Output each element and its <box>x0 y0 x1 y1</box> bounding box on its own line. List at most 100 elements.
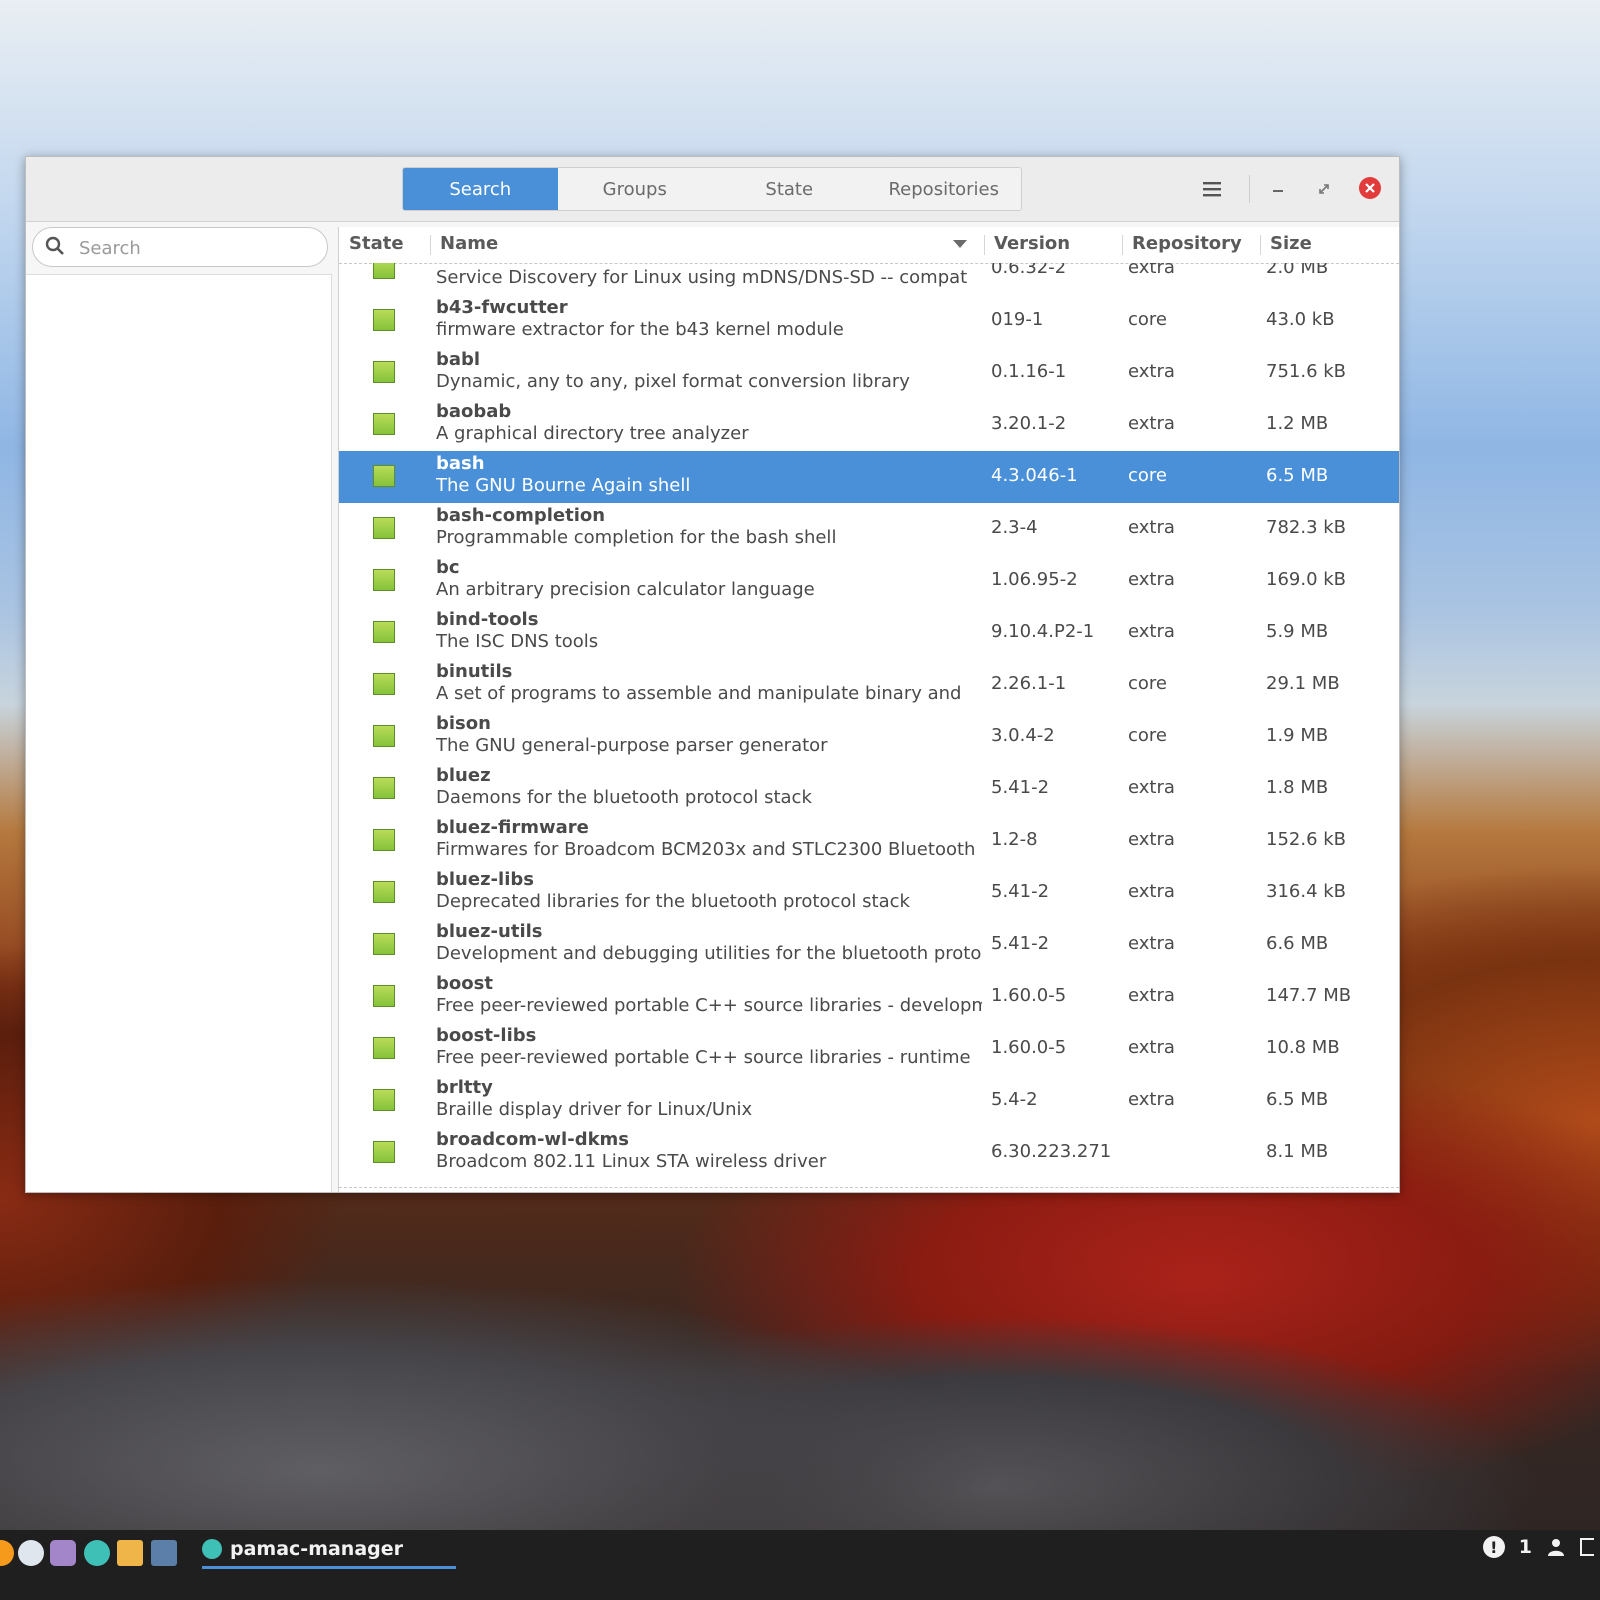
package-name: bluez-libs <box>436 869 534 890</box>
column-version[interactable]: Version <box>994 233 1070 254</box>
installed-state-icon[interactable] <box>373 413 395 435</box>
column-repository[interactable]: Repository <box>1132 233 1242 254</box>
installed-state-icon[interactable] <box>373 777 395 799</box>
column-name[interactable]: Name <box>440 233 498 254</box>
tab-repositories[interactable]: Repositories <box>867 168 1022 210</box>
installed-state-icon[interactable] <box>373 361 395 383</box>
installed-state-icon[interactable] <box>373 621 395 643</box>
pamac-icon[interactable] <box>84 1540 110 1566</box>
package-name: bind-tools <box>436 609 539 630</box>
table-row[interactable]: babl Dynamic, any to any, pixel format co… <box>339 347 1399 399</box>
search-icon <box>45 236 64 255</box>
maximize-icon[interactable] <box>1310 175 1338 203</box>
package-version: 1.2-8 <box>991 829 1038 850</box>
menu-icon[interactable] <box>1198 175 1226 203</box>
table-row[interactable]: bash The GNU Bourne Again shell 4.3.046-1 c… <box>339 451 1399 503</box>
weather-icon[interactable] <box>18 1540 44 1566</box>
package-version: 3.20.1-2 <box>991 413 1067 434</box>
installed-state-icon[interactable] <box>373 881 395 903</box>
table-row[interactable]: avahiService Discovery for Linux using m… <box>339 263 1399 295</box>
table-row[interactable]: boost-libs Free peer-reviewed portable C+… <box>339 1023 1399 1075</box>
installed-state-icon[interactable] <box>373 1037 395 1059</box>
installed-state-icon[interactable] <box>373 1141 395 1163</box>
installed-state-icon[interactable] <box>373 673 395 695</box>
table-row[interactable]: broadcom-wl-dkms Broadcom 802.11 Linux ST… <box>339 1127 1399 1179</box>
package-repository: extra <box>1128 263 1175 278</box>
pamac-window: Search Groups State Repositories Search … <box>25 156 1400 1193</box>
installed-state-icon[interactable] <box>373 263 395 279</box>
installed-state-icon[interactable] <box>373 465 395 487</box>
table-row[interactable]: bison The GNU general-purpose parser gene… <box>339 711 1399 763</box>
table-row[interactable]: bash-completion Programmable completion f… <box>339 503 1399 555</box>
table-row[interactable]: bluez-firmware Firmwares for Broadcom BCM… <box>339 815 1399 867</box>
package-repository: extra <box>1128 1037 1175 1058</box>
installed-state-icon[interactable] <box>373 569 395 591</box>
package-name: avahi <box>436 263 491 266</box>
terminal-icon[interactable] <box>151 1540 177 1566</box>
package-description: The GNU Bourne Again shell <box>436 475 691 496</box>
installed-state-icon[interactable] <box>373 309 395 331</box>
notification-icon[interactable]: ! <box>1482 1536 1505 1558</box>
view-switcher: Search Groups State Repositories <box>402 167 1022 211</box>
package-description: Firmwares for Broadcom BCM203x and STLC2… <box>436 839 976 860</box>
tab-search[interactable]: Search <box>403 168 558 210</box>
package-size: 782.3 kB <box>1266 517 1347 538</box>
package-version: 2.3-4 <box>991 517 1038 538</box>
column-state[interactable]: State <box>349 233 404 254</box>
package-description: Programmable completion for the bash she… <box>436 527 837 548</box>
package-repository: core <box>1128 309 1167 330</box>
package-version: 2.26.1-1 <box>991 673 1067 694</box>
installed-state-icon[interactable] <box>373 933 395 955</box>
search-input[interactable] <box>77 234 321 262</box>
package-version: 4.3.046-1 <box>991 465 1078 486</box>
taskbar-task-pamac[interactable]: pamac-manager <box>202 1530 456 1568</box>
search-box[interactable] <box>32 227 328 267</box>
installed-state-icon[interactable] <box>373 1089 395 1111</box>
package-repository: extra <box>1128 985 1175 1006</box>
installed-state-icon[interactable] <box>373 517 395 539</box>
package-version: 3.0.4-2 <box>991 725 1055 746</box>
package-name: binutils <box>436 661 513 682</box>
column-separator <box>430 235 431 255</box>
package-repository: extra <box>1128 517 1175 538</box>
table-row[interactable]: baobab A graphical directory tree analyze… <box>339 399 1399 451</box>
sort-descending-icon <box>953 240 967 248</box>
package-description: Dynamic, any to any, pixel format conver… <box>436 371 910 392</box>
column-separator <box>984 235 985 255</box>
display-icon[interactable] <box>1580 1538 1594 1556</box>
table-row[interactable]: bluez-utils Development and debugging uti… <box>339 919 1399 971</box>
user-icon[interactable] <box>1546 1537 1566 1557</box>
package-version: 6.30.223.271 <box>991 1141 1112 1162</box>
table-row[interactable]: bluez Daemons for the bluetooth protocol … <box>339 763 1399 815</box>
package-repository: extra <box>1128 621 1175 642</box>
table-row[interactable]: bc An arbitrary precision calculator lang… <box>339 555 1399 607</box>
column-size[interactable]: Size <box>1270 233 1312 254</box>
package-description: Deprecated libraries for the bluetooth p… <box>436 891 910 912</box>
package-size: 2.0 MB <box>1266 263 1329 278</box>
installed-state-icon[interactable] <box>373 829 395 851</box>
package-repository: extra <box>1128 569 1175 590</box>
table-row[interactable]: boost Free peer-reviewed portable C++ sou… <box>339 971 1399 1023</box>
package-size: 8.1 MB <box>1266 1141 1329 1162</box>
package-name: boost <box>436 973 493 994</box>
table-row[interactable]: binutils A set of programs to assemble an… <box>339 659 1399 711</box>
package-description: Free peer-reviewed portable C++ source l… <box>436 995 982 1016</box>
text-editor-icon[interactable] <box>50 1540 76 1566</box>
table-row[interactable]: brltty Braille display driver for Linux/U… <box>339 1075 1399 1127</box>
package-name: brltty <box>436 1077 493 1098</box>
close-icon[interactable] <box>1359 177 1381 199</box>
browser-icon[interactable] <box>0 1540 14 1566</box>
package-repository: extra <box>1128 1089 1175 1110</box>
tab-state[interactable]: State <box>712 168 867 210</box>
package-name: bash <box>436 453 485 474</box>
folder-icon[interactable] <box>117 1540 143 1566</box>
table-row[interactable]: b43-fwcutter firmware extractor for the b… <box>339 295 1399 347</box>
package-name: bluez-firmware <box>436 817 589 838</box>
minimize-icon[interactable] <box>1264 175 1292 203</box>
table-row[interactable]: bluez-libs Deprecated libraries for the b… <box>339 867 1399 919</box>
tab-groups[interactable]: Groups <box>558 168 713 210</box>
installed-state-icon[interactable] <box>373 985 395 1007</box>
installed-state-icon[interactable] <box>373 725 395 747</box>
table-row[interactable]: bind-tools The ISC DNS tools 9.10.4.P2-1 ex… <box>339 607 1399 659</box>
package-version: 5.41-2 <box>991 933 1050 954</box>
